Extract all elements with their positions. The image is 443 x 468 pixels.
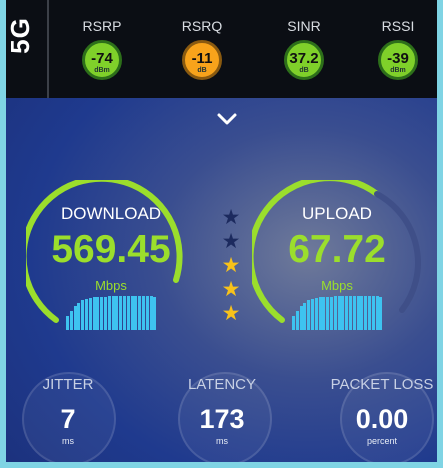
speed-graph-bar <box>107 296 111 330</box>
jitter-unit: ms <box>62 436 74 446</box>
chevron-down-icon[interactable] <box>216 108 238 130</box>
speed-graph-bar <box>149 296 153 330</box>
download-value: 569.45 <box>51 228 171 271</box>
speed-graph-bar <box>130 296 134 330</box>
latency-unit: ms <box>216 436 228 446</box>
speed-graph-bar <box>295 311 299 330</box>
speed-graph-bar <box>123 296 126 330</box>
packet-loss-stat: PACKET LOSS 0.00 percent <box>322 376 437 446</box>
speed-graph-bar <box>96 297 100 330</box>
upload-unit: Mbps <box>321 278 353 293</box>
speed-graph-bar <box>303 302 307 330</box>
star-filled-icon: ★ <box>221 254 241 277</box>
metric-badge: -11 dB <box>182 40 222 80</box>
star-empty-icon: ★ <box>221 206 241 229</box>
speed-graph-bar <box>352 296 356 330</box>
metric-unit: dB <box>197 67 207 74</box>
speed-graph-bar <box>330 296 333 330</box>
speed-graph-bar <box>292 316 295 330</box>
speed-graph-bar <box>364 296 368 330</box>
metric-value: -11 <box>191 50 213 67</box>
packet-loss-unit: percent <box>366 436 398 446</box>
star-filled-icon: ★ <box>221 302 241 325</box>
speed-graph-bar <box>66 316 69 330</box>
speed-graph-bar <box>73 306 77 330</box>
speed-graph-bar <box>126 296 130 330</box>
metric-name: RSRP <box>82 18 122 34</box>
speed-graph-bar <box>341 296 345 330</box>
upload-value: 67.72 <box>288 228 386 271</box>
jitter-label: JITTER <box>42 376 94 393</box>
jitter-value: 7 <box>60 404 76 434</box>
speed-graph-bar <box>100 296 104 330</box>
star-empty-icon: ★ <box>221 230 241 253</box>
speed-graph-bar <box>375 296 379 330</box>
download-speed-graph <box>66 296 157 330</box>
star-filled-icon: ★ <box>221 278 241 301</box>
signal-bar: 5G RSRP -74 dBm RSRQ -11 dB SINR 37.2 dB… <box>6 0 437 98</box>
speed-graph-bar <box>111 296 115 330</box>
latency-label: LATENCY <box>187 376 257 393</box>
speed-graph-bar <box>119 296 123 330</box>
metric-unit: dBm <box>94 67 110 74</box>
upload-label: UPLOAD <box>302 204 372 223</box>
speed-graph-bar <box>88 297 92 330</box>
metric-value: 37.2 <box>289 50 319 67</box>
metric-name: RSRQ <box>181 18 223 34</box>
metric-badge: 37.2 dB <box>284 40 324 80</box>
upload-speed-graph <box>292 296 383 330</box>
latency-stat: LATENCY 173 ms <box>162 376 282 446</box>
speed-graph-bar <box>77 302 81 330</box>
metric-name: SINR <box>287 18 321 34</box>
speed-graph-bar <box>360 296 364 330</box>
speed-graph-bar <box>85 298 88 330</box>
packet-loss-label: PACKET LOSS <box>330 376 434 393</box>
speed-graph-bar <box>318 297 322 330</box>
speed-graph-bar <box>92 297 96 330</box>
jitter-stat: JITTER 7 ms <box>8 376 128 446</box>
metric-value: -39 <box>387 50 409 67</box>
speed-graph-bar <box>69 311 73 330</box>
speed-graph-bar <box>345 296 349 330</box>
speed-graph-bar <box>326 296 330 330</box>
network-type-text: 5G <box>6 17 35 54</box>
speed-graph-bar <box>145 296 149 330</box>
speed-graph-bar <box>356 296 360 330</box>
metric-unit: dB <box>299 67 309 74</box>
speed-graph-bar <box>311 298 314 330</box>
speed-graph-bar <box>368 296 371 330</box>
speed-graph-bar <box>337 296 341 330</box>
speed-graph-bar <box>379 296 383 330</box>
download-label: DOWNLOAD <box>60 204 162 223</box>
network-type-label: 5G <box>6 0 49 98</box>
metric-badge: -39 dBm <box>378 40 418 80</box>
metric-badge: -74 dBm <box>82 40 122 80</box>
metric-unit: dBm <box>390 67 406 74</box>
speed-graph-bar <box>138 296 142 330</box>
speed-graph-bar <box>153 296 157 330</box>
upload-gauge: UPLOAD 67.72 Mbps <box>252 180 422 350</box>
speed-graph-bar <box>299 306 303 330</box>
speed-graph-bar <box>81 300 85 330</box>
speed-graph-bar <box>142 296 145 330</box>
speed-graph-bar <box>322 297 326 330</box>
result-panel: 5G RSRP -74 dBm RSRQ -11 dB SINR 37.2 dB… <box>6 0 437 462</box>
speed-graph-bar <box>333 296 337 330</box>
speedtest-app: 5G RSRP -74 dBm RSRQ -11 dB SINR 37.2 dB… <box>0 0 443 468</box>
speed-graph-bar <box>307 300 311 330</box>
speed-graph-bar <box>314 297 318 330</box>
speed-graph-bar <box>349 296 352 330</box>
speed-graph-bar <box>371 296 375 330</box>
metric-name: RSSI <box>381 18 415 34</box>
download-unit: Mbps <box>95 278 127 293</box>
speed-graph-bar <box>115 296 119 330</box>
download-gauge: DOWNLOAD 569.45 Mbps <box>26 180 196 350</box>
speed-graph-bar <box>104 296 107 330</box>
latency-value: 173 <box>199 404 245 434</box>
speed-graph-bar <box>134 296 138 330</box>
packet-loss-value: 0.00 <box>355 404 409 434</box>
metric-value: -74 <box>91 50 113 67</box>
